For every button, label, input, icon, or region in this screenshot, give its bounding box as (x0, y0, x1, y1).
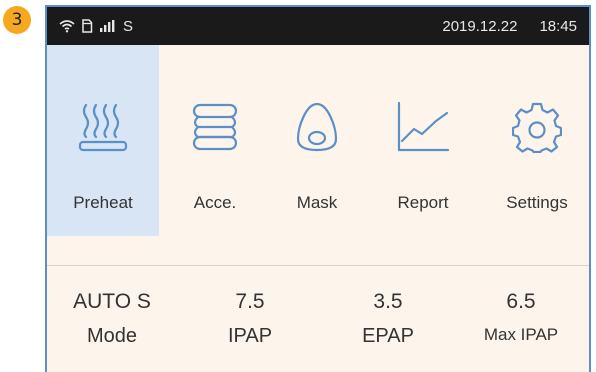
device-screen: S 2019.12.22 18:45 Preheat Acce. Mask Re… (45, 5, 591, 372)
status-datetime: 2019.12.22 18:45 (442, 7, 577, 45)
param-mode: AUTO S Mode (47, 287, 177, 348)
menu-item-accessories[interactable]: Acce. (159, 45, 271, 236)
param-label-epap: EPAP (362, 325, 414, 347)
menu-item-report[interactable]: Report (367, 45, 479, 236)
divider (47, 265, 589, 266)
menu-label-preheat: Preheat (73, 193, 133, 212)
param-label-ipap: IPAP (227, 325, 273, 347)
param-value-ipap: 7.5 (235, 290, 265, 313)
menu-label-report: Report (397, 193, 449, 212)
menu-label-accessories: Acce. (193, 193, 237, 212)
param-label-mode: Mode (86, 325, 138, 347)
heater-icon (78, 103, 128, 152)
main-menu: Preheat Acce. Mask Report Settings (47, 45, 589, 236)
status-date: 2019.12.22 (442, 17, 518, 35)
menu-item-settings[interactable]: Settings (481, 45, 593, 236)
status-bar: S 2019.12.22 18:45 (47, 7, 589, 45)
param-value-mode: AUTO S (73, 290, 151, 313)
signal-icon (100, 20, 115, 32)
menu-label-settings: Settings (506, 193, 568, 212)
step-badge: 3 (3, 6, 31, 34)
menu-item-preheat[interactable]: Preheat (47, 45, 159, 236)
param-value-epap: 3.5 (373, 290, 403, 313)
report-chart-icon (397, 101, 450, 152)
mask-icon (296, 102, 338, 152)
gear-icon (512, 102, 562, 153)
param-ipap: 7.5 IPAP (185, 287, 315, 348)
status-time: 18:45 (539, 17, 577, 35)
wifi-icon (59, 20, 75, 33)
menu-item-mask[interactable]: Mask (261, 45, 373, 236)
param-value-max-ipap: 6.5 (506, 290, 536, 313)
status-icons: S (59, 7, 133, 45)
sim-card-icon (82, 19, 93, 33)
param-epap: 3.5 EPAP (323, 287, 453, 348)
accessory-icon (192, 103, 238, 151)
carrier-label: S (123, 17, 134, 35)
param-max-ipap: 6.5 Max IPAP (456, 287, 586, 345)
param-label-max-ipap: Max IPAP (483, 325, 559, 344)
menu-label-mask: Mask (296, 193, 338, 212)
